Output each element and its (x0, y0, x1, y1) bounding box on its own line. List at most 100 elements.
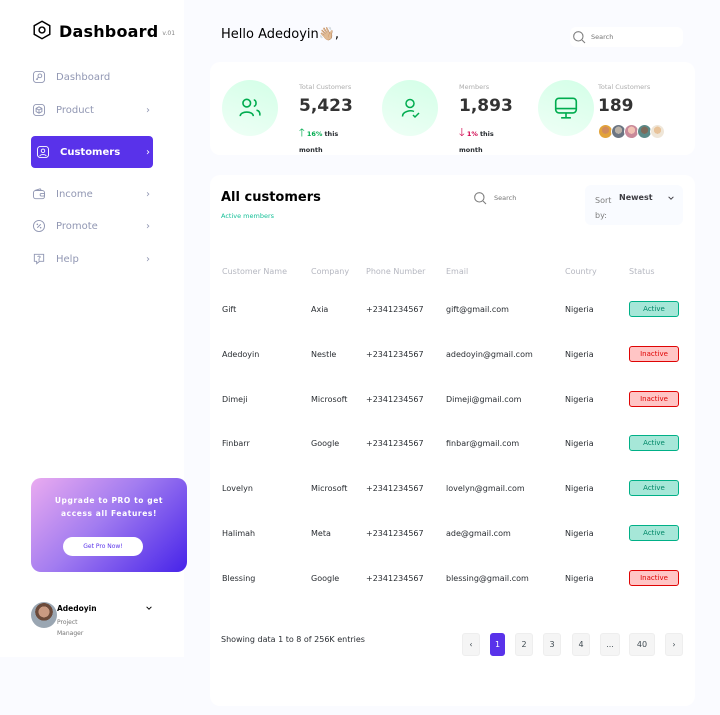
chevron-down-icon[interactable] (145, 604, 153, 614)
table-title: All customers (221, 190, 321, 205)
stat-value: 5,423 (299, 96, 353, 116)
stats-card: Total Customers 5,423 🡑 16% this month M… (210, 62, 695, 155)
cell-name: Gift (222, 305, 237, 314)
cell-country: Nigeria (565, 439, 594, 449)
profile-name: Adedoyin (57, 604, 97, 613)
cell-company: Meta (311, 529, 331, 538)
status-badge: Active (629, 435, 679, 452)
stat-value: 1,893 (459, 96, 513, 116)
monitor-icon (554, 97, 578, 119)
stat-percent: 1% (466, 130, 478, 138)
pagination-ellipsis: ... (600, 633, 620, 656)
sidebar-item-label: Product (56, 104, 94, 116)
sort-value: Newest (619, 193, 653, 202)
pagination-page-40[interactable]: 40 (629, 633, 655, 656)
pagination-next[interactable]: › (665, 633, 683, 656)
column-header-phone[interactable]: Phone Number (366, 267, 425, 276)
app-logo[interactable]: Dashboard v.01 (31, 17, 175, 41)
promo-text: Upgrade to PRO to get access all Feature… (54, 496, 164, 518)
user-square-icon (36, 145, 50, 159)
stat-label: Members (459, 83, 490, 91)
sidebar-item-income[interactable]: Income › (31, 178, 153, 210)
sidebar-item-help[interactable]: Help › (31, 243, 153, 275)
settings-logo-icon (33, 20, 51, 40)
sidebar-item-product[interactable]: Product › (31, 94, 153, 126)
cell-phone: +2341234567 (366, 439, 424, 449)
stat-label: Total Customers (299, 83, 352, 91)
sort-dropdown[interactable]: Sort by: Newest (585, 185, 683, 225)
profile-role: Project Manager (57, 619, 84, 637)
sidebar-item-customers[interactable]: Customers › (31, 136, 153, 168)
arrow-up-icon: 🡑 (299, 126, 305, 139)
avatar (31, 602, 57, 628)
cell-email: finbar@gmail.com (446, 439, 520, 449)
cell-name: Lovelyn (222, 484, 253, 494)
stat-value: 189 (598, 96, 634, 116)
sidebar: Dashboard v.01 Dashboard Product › Custo… (0, 0, 187, 657)
search-input[interactable] (494, 194, 574, 202)
cell-name: Blessing (222, 573, 256, 583)
cube-icon (32, 103, 46, 117)
customers-table-card: All customers Active members Sort by: Ne… (210, 175, 695, 706)
stat-trend: 🡑 16% this month (299, 125, 359, 158)
status-badge: Active (629, 480, 679, 497)
column-header-email[interactable]: Email (446, 267, 468, 276)
column-header-name[interactable]: Customer Name (222, 267, 287, 276)
chevron-right-icon: › (146, 104, 150, 116)
header-search[interactable] (570, 27, 683, 47)
stat-percent: 16% (306, 130, 323, 138)
status-badge: Inactive (629, 569, 679, 586)
chevron-right-icon: › (146, 188, 150, 200)
column-header-country[interactable]: Country (565, 267, 597, 276)
cell-name: Halimah (222, 529, 256, 538)
cell-email: Dimeji@gmail.com (446, 394, 522, 404)
chevron-down-icon (667, 194, 675, 204)
column-header-company[interactable]: Company (311, 267, 349, 276)
search-icon (474, 192, 487, 205)
wallet-money-icon (32, 187, 46, 201)
pagination-page-3[interactable]: 3 (543, 633, 561, 656)
get-pro-button[interactable]: Get Pro Now! (63, 537, 143, 556)
cell-name: Adedoyin (222, 349, 260, 359)
cell-email: adedoyin@gmail.com (446, 349, 533, 359)
cell-company: Google (311, 439, 340, 449)
pagination-page-4[interactable]: 4 (572, 633, 590, 656)
cell-company: Google (311, 573, 340, 583)
sort-label: Sort by: (595, 196, 612, 220)
status-badge: Active (629, 301, 679, 317)
key-square-icon (32, 70, 46, 84)
sidebar-item-dashboard[interactable]: Dashboard (31, 61, 153, 93)
avatar (650, 124, 665, 139)
search-input[interactable] (591, 33, 671, 41)
cell-phone: +2341234567 (366, 573, 424, 583)
sidebar-item-label: Customers (60, 146, 121, 158)
user-profile[interactable]: Adedoyin Project Manager (31, 602, 153, 642)
cell-country: Nigeria (565, 573, 594, 583)
cell-country: Nigeria (565, 349, 594, 359)
table-search[interactable] (472, 187, 582, 209)
cell-company: Microsoft (311, 484, 348, 494)
table-subtitle[interactable]: Active members (221, 212, 274, 220)
profile-2user-icon (239, 98, 261, 117)
cell-phone: +2341234567 (366, 305, 424, 314)
sidebar-item-label: Dashboard (56, 71, 111, 83)
column-header-status[interactable]: Status (629, 267, 655, 276)
pagination-page-2[interactable]: 2 (515, 633, 533, 656)
cell-country: Nigeria (565, 305, 594, 314)
cell-email: lovelyn@gmail.com (446, 484, 525, 494)
cell-email: ade@gmail.com (446, 529, 511, 538)
cell-phone: +2341234567 (366, 529, 424, 538)
stat-icon-circle (222, 80, 278, 136)
pagination-prev[interactable]: ‹ (462, 633, 480, 656)
avatar-stack (598, 124, 665, 139)
stat-label: Total Customers (598, 83, 651, 91)
pagination-page-1[interactable]: 1 (490, 633, 505, 656)
stat-icon-circle (382, 80, 438, 136)
cell-company: Nestle (311, 349, 337, 359)
chevron-right-icon: › (146, 146, 150, 158)
sidebar-item-promote[interactable]: Promote › (31, 210, 153, 242)
chevron-right-icon: › (146, 253, 150, 265)
status-badge: Active (629, 525, 679, 541)
cell-company: Microsoft (311, 394, 348, 404)
cell-phone: +2341234567 (366, 394, 424, 404)
